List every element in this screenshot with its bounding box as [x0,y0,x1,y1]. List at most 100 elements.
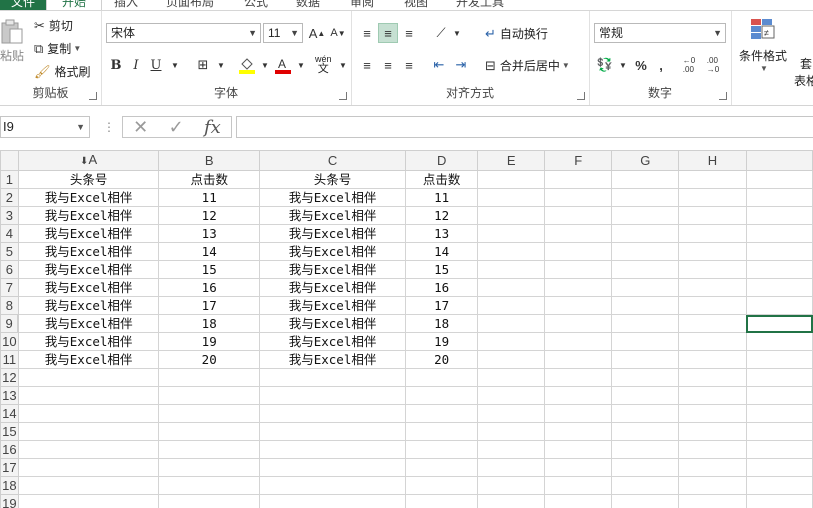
cell[interactable]: 点击数 [405,170,479,189]
row-header[interactable]: 18 [0,476,19,495]
cell[interactable] [678,440,747,459]
column-header[interactable]: ⬇A [17,150,160,171]
cell[interactable]: 头条号 [259,170,407,189]
cell[interactable] [158,476,261,495]
font-color-icon[interactable]: A [273,55,293,75]
cell[interactable] [259,404,407,423]
cell[interactable] [477,260,546,279]
cell[interactable] [678,476,747,495]
borders-dropdown-icon[interactable]: ▼ [211,55,231,75]
shrink-font-icon[interactable]: A ▼ [328,23,348,43]
paste-button[interactable]: 粘贴 [0,19,24,64]
cell[interactable] [477,386,546,405]
tab-view[interactable]: 视图 [404,0,428,10]
cell[interactable]: 我与Excel相伴 [17,260,160,279]
cell[interactable] [611,332,680,351]
cell[interactable]: 我与Excel相伴 [17,296,160,315]
cell[interactable] [158,440,261,459]
row-header[interactable]: 12 [0,368,19,387]
cell[interactable]: 20 [405,350,479,369]
cell[interactable] [405,422,479,441]
cell[interactable] [745,368,813,387]
cell[interactable] [745,242,813,261]
cell[interactable] [544,458,613,477]
cell[interactable] [544,386,613,405]
cell[interactable] [477,458,546,477]
cell[interactable] [678,332,747,351]
orientation-dropdown-icon[interactable]: ▼ [447,23,467,43]
cell[interactable] [678,422,747,441]
formula-input[interactable] [236,116,813,138]
cell[interactable] [405,386,479,405]
cell[interactable] [17,458,160,477]
cell[interactable] [678,386,747,405]
row-header[interactable]: 2 [0,188,19,207]
cell[interactable] [611,278,680,297]
cell[interactable] [678,278,747,297]
italic-button[interactable]: I [126,55,146,75]
name-box[interactable]: I9 ▼ [0,116,90,138]
cell[interactable] [17,494,160,508]
row-header[interactable]: 17 [0,458,19,477]
column-header[interactable]: E [477,150,546,171]
cell[interactable] [611,170,680,189]
cell[interactable]: 我与Excel相伴 [17,206,160,225]
cell[interactable] [158,368,261,387]
row-header[interactable]: 15 [0,422,19,441]
format-as-table-button[interactable]: 套 表格 [791,55,813,89]
cell[interactable] [544,476,613,495]
cell[interactable]: 我与Excel相伴 [259,242,407,261]
fill-color-icon[interactable] [237,55,257,75]
cell[interactable]: 我与Excel相伴 [259,296,407,315]
cell[interactable] [405,458,479,477]
cell[interactable] [477,332,546,351]
number-format-select[interactable]: 常规 ▼ [594,23,726,43]
cell[interactable] [611,440,680,459]
formula-bar-splitter[interactable]: ⋮ [103,120,115,134]
cell[interactable] [544,314,613,333]
cell[interactable] [745,188,813,207]
phonetic-button[interactable]: wén 文 [315,54,332,75]
cell[interactable] [745,170,813,189]
cell[interactable] [611,206,680,225]
cell[interactable]: 19 [158,332,261,351]
align-bottom-icon[interactable]: ≡ [399,23,419,43]
cell[interactable] [745,458,813,477]
cell[interactable] [611,476,680,495]
cell[interactable] [611,296,680,315]
format-painter-button[interactable]: 🖌 格式刷 [34,63,91,80]
cell[interactable] [745,440,813,459]
row-header[interactable]: 19 [0,494,19,508]
cell[interactable]: 17 [158,296,261,315]
alignment-launcher-icon[interactable] [577,92,585,100]
merge-dropdown-icon[interactable]: ▼ [562,61,570,70]
row-header[interactable]: 7 [0,278,19,297]
align-top-icon[interactable]: ≡ [357,23,377,43]
align-center-icon[interactable]: ≡ [378,55,398,75]
cell[interactable] [17,404,160,423]
cell[interactable] [405,476,479,495]
cell[interactable] [477,494,546,508]
cell[interactable] [745,494,813,508]
cell[interactable]: 我与Excel相伴 [17,332,160,351]
cell[interactable]: 18 [405,314,479,333]
cell[interactable]: 我与Excel相伴 [17,278,160,297]
cell[interactable] [259,494,407,508]
cell[interactable] [611,314,680,333]
cell[interactable] [544,188,613,207]
cell[interactable] [678,260,747,279]
cell[interactable] [678,458,747,477]
column-header[interactable]: C [259,150,407,171]
grow-font-icon[interactable]: A ▲ [307,23,327,43]
cell[interactable] [745,422,813,441]
cell[interactable] [678,188,747,207]
percent-style-button[interactable]: % [631,55,651,75]
cell[interactable]: 我与Excel相伴 [17,224,160,243]
cell[interactable]: 15 [158,260,261,279]
cell[interactable]: 我与Excel相伴 [259,224,407,243]
column-header[interactable]: F [544,150,613,171]
cell[interactable] [17,368,160,387]
cell[interactable] [158,386,261,405]
cell[interactable] [611,386,680,405]
cell[interactable] [678,296,747,315]
